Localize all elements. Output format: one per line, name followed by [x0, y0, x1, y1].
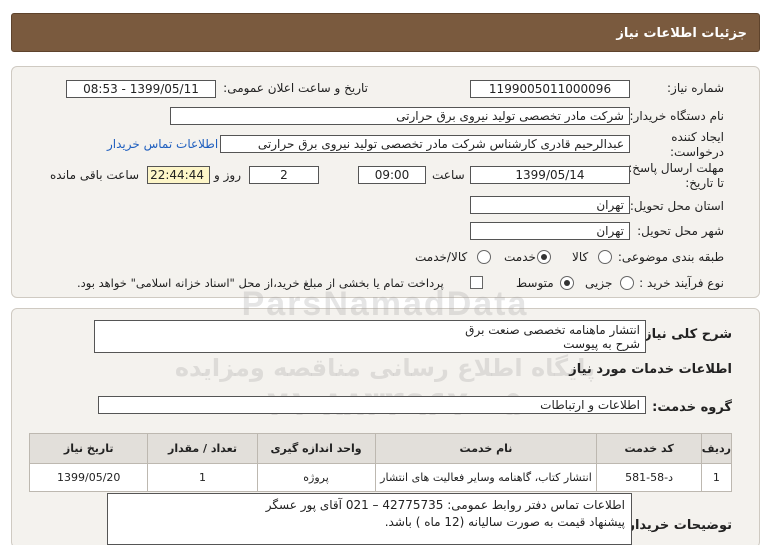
- process-radio-minor[interactable]: [620, 276, 634, 290]
- need-number-field: 1199005011000096: [470, 80, 630, 98]
- announce-date-label: تاریخ و ساعت اعلان عمومی:: [223, 81, 368, 95]
- col-quantity: تعداد / مقدار: [147, 433, 258, 464]
- service-group-label: گروه خدمت:: [652, 400, 732, 415]
- col-service-code: کد خدمت: [596, 433, 702, 464]
- category-option-goods: کالا: [572, 250, 589, 264]
- buyer-org-field: شرکت مادر تخصصی تولید نیروی برق حرارتی: [170, 107, 630, 125]
- cell-quantity: 1: [147, 463, 258, 492]
- days-label: روز و: [214, 168, 241, 182]
- deadline-label-line2: تا تاریخ:: [685, 176, 724, 190]
- service-group-field: اطلاعات و ارتباطات: [98, 396, 646, 414]
- cell-service-code: د-58-581: [596, 463, 702, 492]
- deadline-time-field: 09:00: [358, 166, 426, 184]
- province-label: استان محل تحویل:: [629, 199, 724, 213]
- summary-line-2: شرح به پیوست: [563, 337, 640, 351]
- process-radio-medium[interactable]: [560, 276, 574, 290]
- deadline-date-field: 1399/05/14: [470, 166, 630, 184]
- summary-field: انتشار ماهنامه تخصصی صنعت برق شرح به پیو…: [94, 320, 646, 353]
- cell-need-date: 1399/05/20: [28, 463, 149, 492]
- remaining-time-field: 22:44:44: [147, 166, 210, 184]
- deadline-time-label: ساعت: [432, 168, 465, 182]
- services-table-header: ردیف کد خدمت نام خدمت واحد اندازه گیری ت…: [28, 433, 733, 464]
- cell-unit: پروژه: [256, 463, 376, 492]
- days-remaining-field: 2: [249, 166, 319, 184]
- process-option-minor: جزیی: [585, 276, 613, 290]
- announce-date-field: 1399/05/11 - 08:53: [66, 80, 216, 98]
- page-title: جزئیات اطلاعات نیاز: [616, 26, 747, 41]
- province-field: تهران: [470, 196, 630, 214]
- creator-label-line1: ایجاد کننده: [671, 130, 724, 144]
- creator-field: عبدالرحیم قادری کارشناس شرکت مادر تخصصی …: [220, 135, 630, 153]
- cell-service-name: انتشار کتاب، گاهنامه وسایر فعالیت های ان…: [374, 463, 598, 492]
- buyer-notes-line-2: پیشنهاد قیمت به صورت سالیانه (12 ماه ) ب…: [384, 515, 625, 529]
- buyer-org-label: نام دستگاه خریدار:: [629, 109, 725, 123]
- category-option-goods-service: کالا/خدمت: [415, 250, 468, 264]
- table-row: 1 د-58-581 انتشار کتاب، گاهنامه وسایر فع…: [28, 463, 733, 492]
- remaining-label: ساعت باقی مانده: [50, 168, 140, 182]
- services-table: ردیف کد خدمت نام خدمت واحد اندازه گیری ت…: [28, 433, 733, 492]
- services-section-title: اطلاعات خدمات مورد نیاز: [569, 362, 732, 377]
- category-radio-goods[interactable]: [598, 250, 612, 264]
- creator-label-line2: درخواست:: [670, 145, 724, 159]
- buyer-contact-link[interactable]: اطلاعات تماس خریدار: [107, 137, 218, 151]
- col-need-date: تاریخ نیاز: [28, 433, 149, 464]
- category-radio-service[interactable]: [537, 250, 551, 264]
- category-label: طبقه بندی موضوعی:: [617, 250, 724, 264]
- summary-label: شرح کلی نیاز:: [638, 327, 732, 342]
- category-radio-goods-service[interactable]: [477, 250, 491, 264]
- page-header: جزئیات اطلاعات نیاز: [11, 13, 760, 52]
- process-label: نوع فرآیند خرید :: [639, 276, 724, 290]
- treasury-payment-note: پرداخت تمام یا بخشی از مبلغ خرید،از محل …: [77, 276, 444, 290]
- col-unit: واحد اندازه گیری: [256, 433, 376, 464]
- city-label: شهر محل تحویل:: [637, 224, 724, 238]
- buyer-notes-line-1: اطلاعات تماس دفتر روابط عمومی: 42775735 …: [265, 498, 625, 512]
- deadline-label-line1: مهلت ارسال پاسخ:: [628, 161, 724, 175]
- cell-row: 1: [700, 463, 733, 492]
- category-option-service: خدمت: [504, 250, 536, 264]
- city-field: تهران: [470, 222, 630, 240]
- process-option-medium: متوسط: [516, 276, 554, 290]
- buyer-notes-label: توضیحات خریدار:: [622, 518, 732, 533]
- buyer-notes-field: اطلاعات تماس دفتر روابط عمومی: 42775735 …: [107, 493, 632, 545]
- col-service-name: نام خدمت: [374, 433, 598, 464]
- summary-line-1: انتشار ماهنامه تخصصی صنعت برق: [465, 323, 640, 337]
- col-row: ردیف: [700, 433, 733, 464]
- need-number-label: شماره نیاز:: [667, 81, 724, 95]
- treasury-payment-checkbox[interactable]: [470, 276, 483, 289]
